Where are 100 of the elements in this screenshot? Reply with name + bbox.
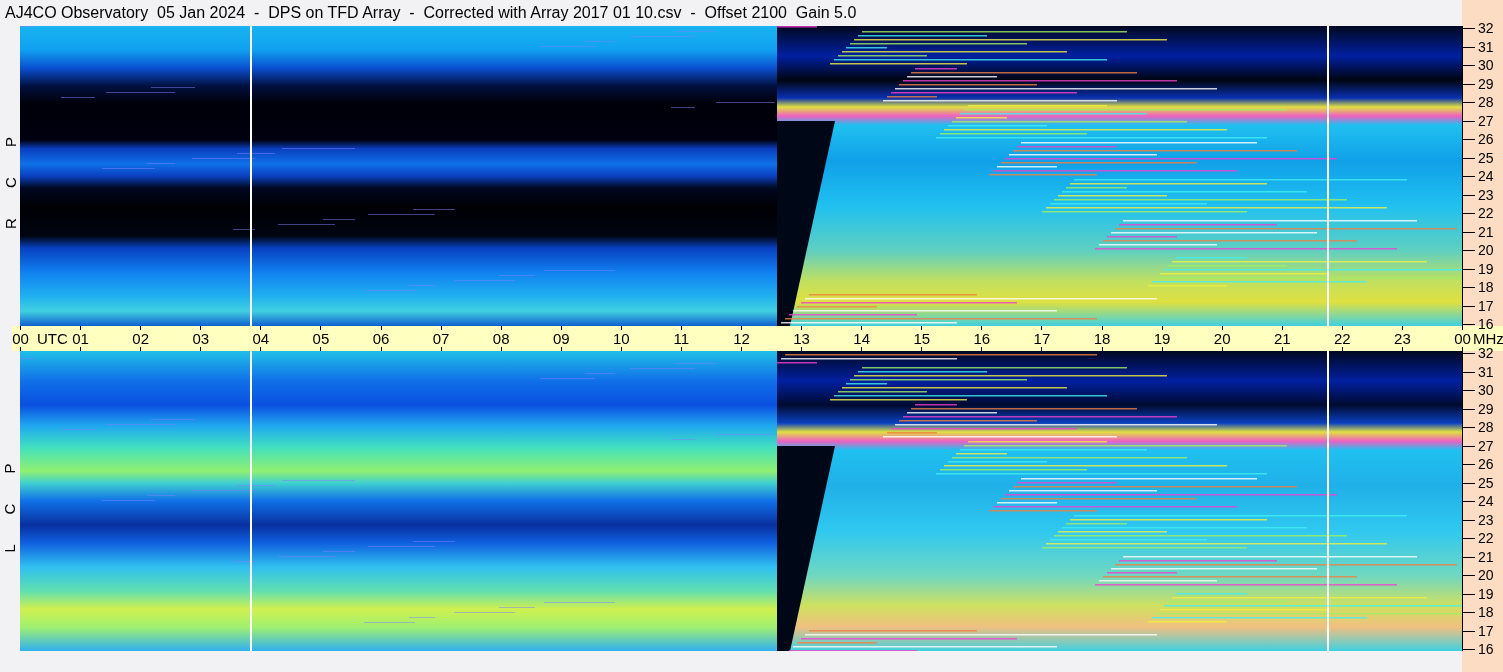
frequency-label: 25 [1478, 150, 1494, 165]
time-label: 09 [552, 331, 570, 346]
time-label: 03 [192, 331, 210, 346]
tick-mark [620, 347, 622, 351]
tick-mark [801, 347, 803, 351]
tick-mark [500, 347, 502, 351]
frequency-label: 32 [1478, 346, 1494, 360]
tick-mark [1101, 326, 1103, 330]
frequency-label: 22 [1478, 206, 1494, 220]
frequency-label: 17 [1478, 623, 1494, 638]
time-label: 14 [853, 331, 870, 346]
tick-mark [861, 326, 863, 330]
chart-title: AJ4CO Observatory 05 Jan 2024 - DPS on TFD Array - Corrected with Array 2017 01 10.csv - Offset 2100 Gain 5.0 [5, 5, 857, 21]
time-label: 04 [252, 331, 270, 346]
frequency-label: 18 [1478, 280, 1494, 294]
time-label: 08 [492, 331, 510, 346]
tick-mark [620, 326, 622, 330]
frequency-label: 25 [1478, 475, 1494, 490]
frequency-label: 28 [1478, 420, 1494, 434]
tick-mark [380, 326, 382, 330]
tick-mark [560, 326, 562, 330]
time-label: 10 [613, 331, 630, 346]
time-label: 05 [312, 331, 330, 346]
frequency-label: 22 [1478, 531, 1494, 545]
tick-mark [320, 347, 322, 351]
tick-mark [981, 326, 983, 330]
time-label: 17 [1033, 331, 1051, 346]
tick-mark [1281, 326, 1283, 330]
time-label: 16 [973, 331, 991, 346]
frequency-label: 16 [1478, 317, 1494, 331]
tick-mark [1221, 347, 1223, 351]
frequency-unit-label: MHz [1473, 331, 1503, 346]
tick-mark [921, 326, 923, 330]
frequency-label: 26 [1478, 457, 1494, 471]
frequency-label: 19 [1478, 261, 1494, 276]
frequency-label: 31 [1478, 39, 1494, 54]
tick-mark [1221, 326, 1223, 330]
frequency-label: 30 [1478, 383, 1494, 397]
tick-mark [20, 347, 21, 351]
frequency-label: 28 [1478, 95, 1494, 109]
time-label: 20 [1213, 331, 1231, 346]
time-label: 13 [793, 331, 810, 346]
tick-mark [260, 326, 262, 330]
time-label: 19 [1153, 331, 1171, 346]
tick-mark [1341, 326, 1343, 330]
tick-mark [921, 347, 923, 351]
frequency-label: 26 [1478, 132, 1494, 146]
polarization-label: R C P [2, 123, 18, 229]
frequency-label: 24 [1478, 169, 1494, 183]
frequency-label: 24 [1478, 494, 1494, 508]
tick-mark [440, 326, 442, 330]
tick-mark [1041, 326, 1043, 330]
time-label: 02 [132, 331, 149, 346]
tick-mark [500, 326, 502, 330]
tick-mark [140, 347, 142, 351]
frequency-label: 20 [1478, 243, 1494, 257]
tick-mark [1401, 347, 1403, 351]
time-unit-label: UTC [37, 331, 68, 346]
tick-mark [440, 347, 442, 351]
tick-mark [1101, 347, 1103, 351]
time-label: 11 [673, 331, 690, 346]
frequency-label: 32 [1478, 21, 1494, 35]
frequency-label: 29 [1478, 401, 1494, 416]
tick-mark [560, 347, 562, 351]
tick-mark [80, 326, 82, 330]
frequency-label: 19 [1478, 586, 1494, 601]
time-label: 07 [432, 331, 450, 346]
tick-mark [260, 347, 262, 351]
tick-mark [1281, 347, 1283, 351]
time-label: 23 [1394, 331, 1411, 346]
tick-mark [200, 347, 202, 351]
tick-mark [1341, 347, 1343, 351]
frequency-label: 31 [1478, 364, 1494, 379]
tick-mark [861, 347, 863, 351]
time-label: 22 [1334, 331, 1351, 346]
time-label: 21 [1273, 331, 1291, 346]
tick-mark [801, 326, 803, 330]
polarization-label: L C P [2, 450, 18, 552]
time-label: 00 [12, 331, 29, 346]
time-label: 18 [1093, 331, 1111, 346]
frequency-label: 17 [1478, 298, 1494, 313]
tick-mark [1161, 326, 1163, 330]
tick-mark [1161, 347, 1163, 351]
tick-mark [200, 326, 202, 330]
time-label: 01 [72, 331, 89, 346]
tick-mark [981, 347, 983, 351]
tick-mark [741, 347, 742, 351]
frequency-label: 23 [1478, 512, 1494, 527]
time-label: 12 [733, 331, 750, 346]
frequency-label: 21 [1478, 549, 1494, 564]
time-label: 00 [1454, 331, 1471, 346]
frequency-label: 23 [1478, 187, 1494, 202]
frequency-label: 27 [1478, 113, 1494, 128]
tick-mark [80, 347, 82, 351]
time-label: 15 [913, 331, 931, 346]
frequency-label: 21 [1478, 224, 1494, 239]
tick-mark [1401, 326, 1403, 330]
tick-mark [741, 326, 742, 330]
frequency-label: 18 [1478, 605, 1494, 619]
time-label: 06 [372, 331, 390, 346]
